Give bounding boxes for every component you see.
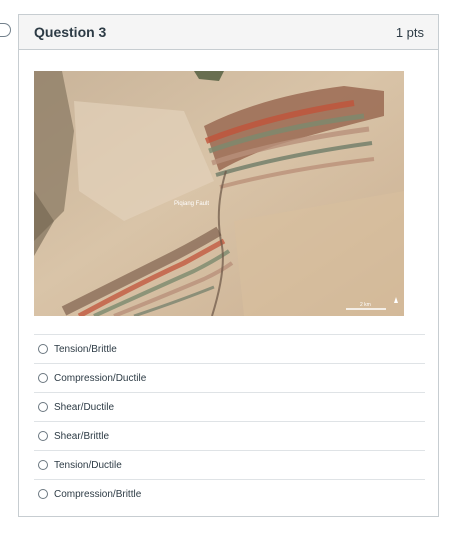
radio-button[interactable] [38,431,48,441]
answer-label: Compression/Brittle [54,488,142,500]
answer-label: Tension/Brittle [54,343,117,355]
fault-label: Piqiang Fault [174,201,209,207]
answer-option[interactable]: Shear/Brittle [34,421,425,450]
satellite-image: Piqiang Fault 2 km [34,71,404,316]
question-points: 1 pts [395,24,424,40]
radio-button[interactable] [38,402,48,412]
radio-button[interactable] [38,460,48,470]
question-card: Question 3 1 pts Piqiang Fault 2 km Tens… [18,14,439,517]
radio-button[interactable] [38,373,48,383]
answer-label: Tension/Ductile [54,459,122,471]
radio-button[interactable] [38,344,48,354]
question-header: Question 3 1 pts [19,15,438,50]
scale-label: 2 km [360,302,371,308]
radio-button[interactable] [38,489,48,499]
question-flag-marker[interactable] [0,23,11,37]
answer-label: Compression/Ductile [54,372,147,384]
answer-option[interactable]: Tension/Brittle [34,334,425,363]
answer-option[interactable]: Compression/Brittle [34,479,425,508]
answer-label: Shear/Brittle [54,430,110,442]
answer-option[interactable]: Tension/Ductile [34,450,425,479]
answer-list: Tension/Brittle Compression/Ductile Shea… [34,334,425,508]
question-title: Question 3 [34,24,107,40]
answer-option[interactable]: Shear/Ductile [34,392,425,421]
answer-option[interactable]: Compression/Ductile [34,363,425,392]
answer-label: Shear/Ductile [54,401,115,413]
